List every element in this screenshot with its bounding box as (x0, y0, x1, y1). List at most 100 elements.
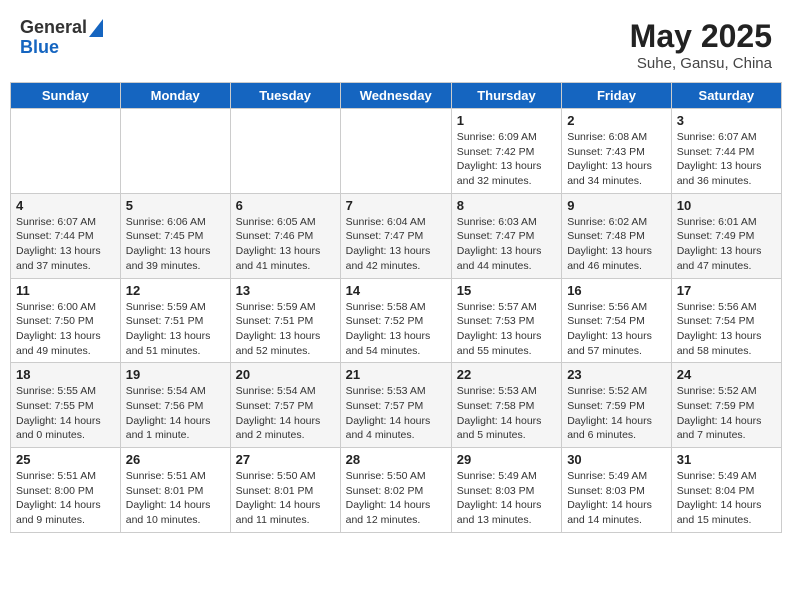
weekday-header: Tuesday (230, 83, 340, 109)
calendar-week-row: 11 Sunrise: 6:00 AM Sunset: 7:50 PM Dayli… (11, 278, 782, 363)
calendar-table: SundayMondayTuesdayWednesdayThursdayFrid… (10, 82, 782, 533)
day-info: Sunrise: 5:55 AM Sunset: 7:55 PM Dayligh… (16, 384, 115, 443)
day-number: 4 (16, 198, 115, 213)
calendar-cell: 27 Sunrise: 5:50 AM Sunset: 8:01 PM Dayli… (230, 448, 340, 533)
day-number: 17 (677, 283, 776, 298)
day-info: Sunrise: 6:00 AM Sunset: 7:50 PM Dayligh… (16, 300, 115, 359)
day-number: 20 (236, 367, 335, 382)
calendar-cell: 5 Sunrise: 6:06 AM Sunset: 7:45 PM Daylig… (120, 193, 230, 278)
day-info: Sunrise: 5:50 AM Sunset: 8:01 PM Dayligh… (236, 469, 335, 528)
day-info: Sunrise: 5:56 AM Sunset: 7:54 PM Dayligh… (567, 300, 666, 359)
calendar-cell: 3 Sunrise: 6:07 AM Sunset: 7:44 PM Daylig… (671, 109, 781, 194)
calendar-cell: 23Sunrise: 5:52 AM Sunset: 7:59 PM Dayli… (562, 363, 672, 448)
day-number: 6 (236, 198, 335, 213)
calendar-cell: 24 Sunrise: 5:52 AM Sunset: 7:59 PM Dayli… (671, 363, 781, 448)
day-number: 29 (457, 452, 556, 467)
day-info: Sunrise: 5:49 AM Sunset: 8:03 PM Dayligh… (457, 469, 556, 528)
day-info: Sunrise: 6:03 AM Sunset: 7:47 PM Dayligh… (457, 215, 556, 274)
title-block: May 2025 Suhe, Gansu, China (630, 18, 772, 72)
day-number: 2 (567, 113, 666, 128)
calendar-cell: 31 Sunrise: 5:49 AM Sunset: 8:04 PM Dayli… (671, 448, 781, 533)
day-info: Sunrise: 5:49 AM Sunset: 8:04 PM Dayligh… (677, 469, 776, 528)
day-info: Sunrise: 5:54 AM Sunset: 7:56 PM Dayligh… (126, 384, 225, 443)
calendar-cell: 1 Sunrise: 6:09 AM Sunset: 7:42 PM Daylig… (451, 109, 561, 194)
day-info: Sunrise: 6:08 AM Sunset: 7:43 PM Dayligh… (567, 130, 666, 189)
calendar-cell (230, 109, 340, 194)
calendar-cell: 15 Sunrise: 5:57 AM Sunset: 7:53 PM Dayli… (451, 278, 561, 363)
calendar-cell: 7 Sunrise: 6:04 AM Sunset: 7:47 PM Daylig… (340, 193, 451, 278)
calendar-cell: 4 Sunrise: 6:07 AM Sunset: 7:44 PM Daylig… (11, 193, 121, 278)
weekday-header: Wednesday (340, 83, 451, 109)
day-number: 31 (677, 452, 776, 467)
calendar-cell: 28Sunrise: 5:50 AM Sunset: 8:02 PM Dayli… (340, 448, 451, 533)
day-info: Sunrise: 5:51 AM Sunset: 8:00 PM Dayligh… (16, 469, 115, 528)
day-number: 26 (126, 452, 225, 467)
day-info: Sunrise: 5:57 AM Sunset: 7:53 PM Dayligh… (457, 300, 556, 359)
day-number: 7 (346, 198, 446, 213)
day-info: Sunrise: 6:02 AM Sunset: 7:48 PM Dayligh… (567, 215, 666, 274)
calendar-cell: 6 Sunrise: 6:05 AM Sunset: 7:46 PM Daylig… (230, 193, 340, 278)
day-number: 24 (677, 367, 776, 382)
weekday-header: Friday (562, 83, 672, 109)
day-info: Sunrise: 6:09 AM Sunset: 7:42 PM Dayligh… (457, 130, 556, 189)
calendar-week-row: 25 Sunrise: 5:51 AM Sunset: 8:00 PM Dayli… (11, 448, 782, 533)
calendar-cell (11, 109, 121, 194)
day-info: Sunrise: 5:51 AM Sunset: 8:01 PM Dayligh… (126, 469, 225, 528)
day-info: Sunrise: 6:06 AM Sunset: 7:45 PM Dayligh… (126, 215, 225, 274)
day-number: 13 (236, 283, 335, 298)
logo-general: General (20, 18, 87, 38)
calendar-cell: 2 Sunrise: 6:08 AM Sunset: 7:43 PM Daylig… (562, 109, 672, 194)
day-info: Sunrise: 6:07 AM Sunset: 7:44 PM Dayligh… (16, 215, 115, 274)
calendar-week-row: 1 Sunrise: 6:09 AM Sunset: 7:42 PM Daylig… (11, 109, 782, 194)
weekday-header: Thursday (451, 83, 561, 109)
calendar-cell: 9 Sunrise: 6:02 AM Sunset: 7:48 PM Daylig… (562, 193, 672, 278)
day-number: 11 (16, 283, 115, 298)
day-info: Sunrise: 5:53 AM Sunset: 7:57 PM Dayligh… (346, 384, 446, 443)
day-number: 8 (457, 198, 556, 213)
day-number: 14 (346, 283, 446, 298)
day-number: 27 (236, 452, 335, 467)
day-info: Sunrise: 6:01 AM Sunset: 7:49 PM Dayligh… (677, 215, 776, 274)
day-info: Sunrise: 5:56 AM Sunset: 7:54 PM Dayligh… (677, 300, 776, 359)
calendar-cell: 21 Sunrise: 5:53 AM Sunset: 7:57 PM Dayli… (340, 363, 451, 448)
day-number: 5 (126, 198, 225, 213)
day-number: 23 (567, 367, 666, 382)
logo-blue: Blue (20, 38, 103, 58)
location: Suhe, Gansu, China (630, 55, 772, 72)
day-info: Sunrise: 6:04 AM Sunset: 7:47 PM Dayligh… (346, 215, 446, 274)
day-number: 1 (457, 113, 556, 128)
calendar-cell: 20Sunrise: 5:54 AM Sunset: 7:57 PM Dayli… (230, 363, 340, 448)
day-number: 3 (677, 113, 776, 128)
day-info: Sunrise: 5:52 AM Sunset: 7:59 PM Dayligh… (677, 384, 776, 443)
calendar-cell (120, 109, 230, 194)
logo: General Blue (20, 18, 103, 58)
day-number: 22 (457, 367, 556, 382)
day-info: Sunrise: 6:05 AM Sunset: 7:46 PM Dayligh… (236, 215, 335, 274)
day-number: 19 (126, 367, 225, 382)
day-number: 10 (677, 198, 776, 213)
calendar-cell: 18Sunrise: 5:55 AM Sunset: 7:55 PM Dayli… (11, 363, 121, 448)
weekday-header: Saturday (671, 83, 781, 109)
calendar-cell: 8 Sunrise: 6:03 AM Sunset: 7:47 PM Daylig… (451, 193, 561, 278)
day-info: Sunrise: 5:50 AM Sunset: 8:02 PM Dayligh… (346, 469, 446, 528)
day-number: 25 (16, 452, 115, 467)
day-info: Sunrise: 5:49 AM Sunset: 8:03 PM Dayligh… (567, 469, 666, 528)
weekday-header: Sunday (11, 83, 121, 109)
day-number: 15 (457, 283, 556, 298)
day-number: 21 (346, 367, 446, 382)
logo-icon (89, 19, 103, 37)
day-number: 30 (567, 452, 666, 467)
day-number: 9 (567, 198, 666, 213)
day-info: Sunrise: 5:59 AM Sunset: 7:51 PM Dayligh… (126, 300, 225, 359)
calendar-cell: 10 Sunrise: 6:01 AM Sunset: 7:49 PM Dayli… (671, 193, 781, 278)
weekday-header-row: SundayMondayTuesdayWednesdayThursdayFrid… (11, 83, 782, 109)
calendar-cell: 13 Sunrise: 5:59 AM Sunset: 7:51 PM Dayli… (230, 278, 340, 363)
day-info: Sunrise: 6:07 AM Sunset: 7:44 PM Dayligh… (677, 130, 776, 189)
calendar-cell: 22 Sunrise: 5:53 AM Sunset: 7:58 PM Dayli… (451, 363, 561, 448)
day-info: Sunrise: 5:53 AM Sunset: 7:58 PM Dayligh… (457, 384, 556, 443)
day-info: Sunrise: 5:59 AM Sunset: 7:51 PM Dayligh… (236, 300, 335, 359)
calendar-cell: 17 Sunrise: 5:56 AM Sunset: 7:54 PM Dayli… (671, 278, 781, 363)
day-number: 16 (567, 283, 666, 298)
day-info: Sunrise: 5:58 AM Sunset: 7:52 PM Dayligh… (346, 300, 446, 359)
calendar-cell: 12Sunrise: 5:59 AM Sunset: 7:51 PM Dayli… (120, 278, 230, 363)
